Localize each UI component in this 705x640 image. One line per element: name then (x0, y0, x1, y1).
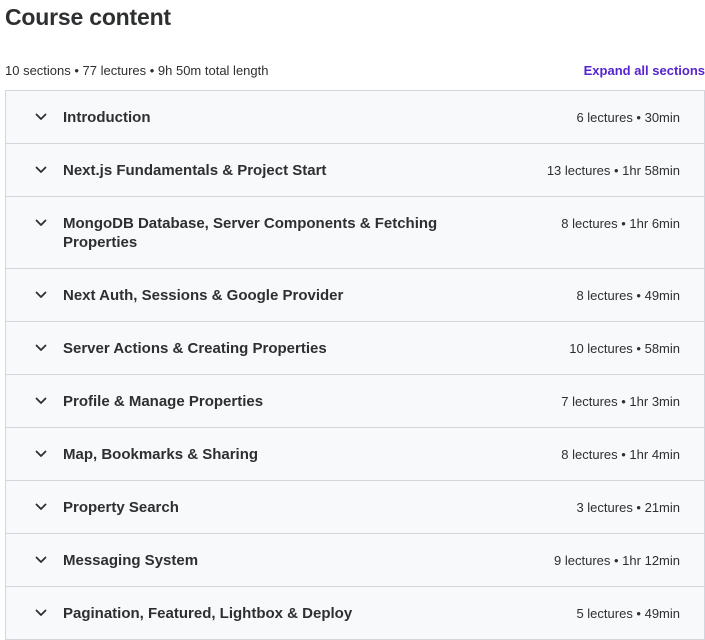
section-meta: 9 lectures • 1hr 12min (554, 553, 680, 568)
chevron-down-icon (35, 219, 47, 226)
page-title: Course content (5, 4, 171, 30)
section-title: Next.js Fundamentals & Project Start (63, 162, 327, 179)
course-content-panel: Course content 10 sections • 77 lectures… (0, 0, 705, 640)
section-title: Map, Bookmarks & Sharing (63, 446, 259, 463)
chevron-down-icon (35, 291, 47, 298)
section-meta: 7 lectures • 1hr 3min (561, 394, 680, 409)
section-row-9[interactable]: Messaging System 9 lectures • 1hr 12min (6, 534, 704, 587)
section-row-8[interactable]: Property Search 3 lectures • 21min (6, 481, 704, 534)
chevron-down-icon (35, 609, 47, 616)
section-header-left: Pagination, Featured, Lightbox & Deploy (34, 604, 352, 623)
chevron-down-icon (35, 503, 47, 510)
chevron-down-icon (35, 450, 47, 457)
section-header-left: MongoDB Database, Server Components & Fe… (34, 214, 493, 252)
chevron-down-icon (35, 166, 47, 173)
section-header-left: Messaging System (34, 551, 198, 570)
chevron-down-icon (35, 556, 47, 563)
section-row-3[interactable]: MongoDB Database, Server Components & Fe… (6, 197, 704, 269)
section-meta: 8 lectures • 49min (576, 288, 680, 303)
section-header-left: Map, Bookmarks & Sharing (34, 445, 258, 464)
section-title: MongoDB Database, Server Components & Fe… (63, 215, 438, 251)
section-title: Profile & Manage Properties (63, 393, 264, 410)
section-header-left: Next.js Fundamentals & Project Start (34, 161, 326, 180)
sections-accordion: Introduction 6 lectures • 30min Next.js … (5, 90, 705, 640)
section-header-left: Profile & Manage Properties (34, 392, 263, 411)
section-row-6[interactable]: Profile & Manage Properties 7 lectures •… (6, 375, 704, 428)
section-meta: 13 lectures • 1hr 58min (546, 163, 680, 178)
chevron-down-icon (35, 344, 47, 351)
expand-all-sections-button[interactable]: Expand all sections (584, 63, 705, 78)
section-title: Property Search (63, 499, 179, 516)
section-row-4[interactable]: Next Auth, Sessions & Google Provider 8 … (6, 269, 704, 322)
chevron-down-icon (35, 113, 47, 120)
section-meta: 8 lectures • 1hr 6min (561, 216, 680, 231)
section-row-2[interactable]: Next.js Fundamentals & Project Start 13 … (6, 144, 704, 197)
section-meta: 3 lectures • 21min (576, 500, 680, 515)
section-header-left: Next Auth, Sessions & Google Provider (34, 286, 343, 305)
section-row-5[interactable]: Server Actions & Creating Properties 10 … (6, 322, 704, 375)
chevron-down-icon (35, 397, 47, 404)
course-summary: 10 sections • 77 lectures • 9h 50m total… (5, 62, 269, 78)
section-title: Introduction (63, 109, 151, 126)
section-meta: 5 lectures • 49min (576, 606, 680, 621)
section-meta: 6 lectures • 30min (576, 110, 680, 125)
section-row-10[interactable]: Pagination, Featured, Lightbox & Deploy … (6, 587, 704, 640)
section-title: Server Actions & Creating Properties (63, 340, 327, 357)
section-row-1[interactable]: Introduction 6 lectures • 30min (6, 91, 704, 144)
section-title: Next Auth, Sessions & Google Provider (63, 287, 344, 304)
section-meta: 8 lectures • 1hr 4min (561, 447, 680, 462)
section-title: Messaging System (63, 552, 199, 569)
section-header-left: Property Search (34, 498, 179, 517)
section-header-left: Server Actions & Creating Properties (34, 339, 327, 358)
section-row-7[interactable]: Map, Bookmarks & Sharing 8 lectures • 1h… (6, 428, 704, 481)
section-header-left: Introduction (34, 108, 150, 127)
section-meta: 10 lectures • 58min (569, 341, 680, 356)
course-summary-row: 10 sections • 77 lectures • 9h 50m total… (5, 61, 705, 79)
section-title: Pagination, Featured, Lightbox & Deploy (63, 605, 353, 622)
